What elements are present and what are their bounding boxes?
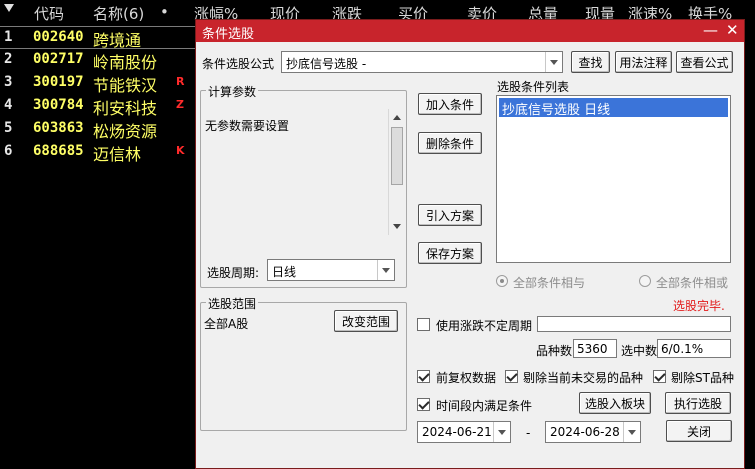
row-code: 300784 (33, 97, 84, 113)
table-row[interactable]: 5 603863 松炀资源 (0, 118, 200, 141)
params-group: 计算参数 无参数需要设置 选股周期: 日线 (200, 83, 407, 288)
use-unsettled-label: 使用涨跌不定周期 (436, 319, 533, 333)
radio-or[interactable] (639, 275, 651, 287)
radio-or-label: 全部条件相或 (656, 276, 729, 290)
stock-count-value: 5360 (573, 339, 617, 358)
row-index: 6 (4, 143, 13, 159)
save-plan-button[interactable]: 保存方案 (418, 242, 482, 264)
col-name[interactable]: 名称(6) (93, 3, 144, 24)
condition-select-dialog: 条件选股 — ✕ 条件选股公式 抄底信号选股 - 查找 用法注释 查看公式 计算… (195, 19, 745, 469)
status-text: 选股完毕. (673, 299, 725, 313)
stock-count-label: 品种数 (536, 344, 573, 358)
scroll-down-icon[interactable] (393, 224, 401, 229)
table-row[interactable]: 3 300197 节能铁汉 R (0, 72, 200, 95)
row-name: 迈信林 (93, 145, 142, 164)
date-from-value: 2024-06-21 (422, 425, 492, 439)
row-name: 节能铁汉 (93, 76, 158, 95)
time-range-checkbox[interactable] (417, 398, 430, 411)
exclude-st-checkbox[interactable] (653, 370, 666, 383)
col-dot: • (160, 3, 169, 21)
row-name: 岭南股份 (93, 53, 158, 72)
row-tag: Z (176, 98, 184, 111)
table-row[interactable]: 4 300784 利安科技 Z (0, 95, 200, 118)
period-value: 日线 (272, 265, 297, 279)
row-code: 603863 (33, 120, 84, 136)
params-scrollbar[interactable] (388, 109, 405, 235)
close-icon[interactable]: ✕ (726, 21, 739, 39)
list-item[interactable]: 抄底信号选股 日线 (499, 98, 728, 118)
period-label: 选股周期: (207, 266, 260, 280)
exclude-st-label: 剔除ST品种 (671, 371, 734, 385)
sort-down-icon[interactable] (4, 4, 14, 12)
exclude-untraded-label: 剔除当前未交易的品种 (523, 371, 644, 385)
table-row[interactable]: 1 002640 跨境通 (0, 26, 200, 50)
conditions-title: 选股条件列表 (497, 80, 570, 94)
change-range-button[interactable]: 改变范围 (334, 310, 398, 332)
range-group: 选股范围 全部A股 改变范围 (200, 295, 407, 431)
scroll-up-icon[interactable] (393, 115, 401, 120)
chevron-down-icon[interactable] (377, 260, 394, 280)
date-from-select[interactable]: 2024-06-21 (417, 421, 511, 443)
params-title: 计算参数 (206, 83, 259, 100)
close-button[interactable]: 关闭 (666, 420, 732, 442)
add-condition-button[interactable]: 加入条件 (418, 93, 482, 115)
stock-list: 1 002640 跨境通 2 002717 岭南股份 3 300197 节能铁汉… (0, 26, 200, 164)
dialog-titlebar[interactable]: 条件选股 — ✕ (196, 20, 744, 42)
range-value: 全部A股 (204, 317, 249, 331)
add-to-board-button[interactable]: 选股入板块 (579, 392, 651, 414)
use-unsettled-checkbox[interactable] (417, 318, 430, 331)
date-separator: - (526, 426, 531, 440)
chevron-down-icon[interactable] (545, 52, 562, 72)
formula-value: 抄底信号选股 - (286, 57, 367, 71)
row-code: 300197 (33, 74, 84, 90)
table-row[interactable]: 6 688685 迈信林 K (0, 141, 200, 164)
formula-label: 条件选股公式 (202, 57, 275, 71)
row-index: 1 (4, 29, 13, 45)
time-range-label: 时间段内满足条件 (436, 399, 533, 413)
row-name: 利安科技 (93, 99, 158, 118)
row-index: 4 (4, 97, 13, 113)
col-code[interactable]: 代码 (34, 3, 64, 24)
view-formula-button[interactable]: 查看公式 (676, 51, 733, 73)
date-to-value: 2024-06-28 (550, 425, 620, 439)
params-text: 无参数需要设置 (205, 119, 290, 133)
row-code: 002717 (33, 51, 84, 67)
front-adjust-label: 前复权数据 (436, 371, 497, 385)
row-name: 跨境通 (93, 31, 142, 50)
row-tag: K (176, 144, 185, 157)
delete-condition-button[interactable]: 删除条件 (418, 132, 482, 154)
import-plan-button[interactable]: 引入方案 (418, 204, 482, 226)
period-select[interactable]: 日线 (267, 259, 395, 281)
row-code: 002640 (33, 29, 84, 45)
front-adjust-checkbox[interactable] (417, 370, 430, 383)
chevron-down-icon[interactable] (493, 422, 510, 442)
row-code: 688685 (33, 143, 84, 159)
chevron-down-icon[interactable] (623, 422, 640, 442)
radio-and-label: 全部条件相与 (513, 276, 586, 290)
date-to-select[interactable]: 2024-06-28 (545, 421, 641, 443)
row-tag: R (176, 75, 185, 88)
row-index: 5 (4, 120, 13, 136)
table-row[interactable]: 2 002717 岭南股份 (0, 49, 200, 72)
radio-and[interactable] (496, 275, 508, 287)
minimize-icon[interactable]: — (703, 21, 718, 39)
formula-select[interactable]: 抄底信号选股 - (281, 51, 563, 73)
unsettled-period-input[interactable] (537, 316, 731, 332)
row-index: 3 (4, 74, 13, 90)
execute-select-button[interactable]: 执行选股 (665, 392, 731, 414)
app-window: 代码 名称(6) • 涨幅% 现价 涨跌 买价 卖价 总量 现量 涨速% 换手%… (0, 0, 755, 469)
row-name: 松炀资源 (93, 122, 158, 141)
selected-count-label: 选中数 (621, 344, 658, 358)
conditions-list[interactable]: 抄底信号选股 日线 (496, 95, 731, 263)
exclude-untraded-checkbox[interactable] (505, 370, 518, 383)
scroll-thumb[interactable] (391, 127, 403, 185)
dialog-title: 条件选股 (202, 27, 255, 42)
selected-count-value: 6/0.1% (657, 339, 731, 358)
row-index: 2 (4, 51, 13, 67)
usage-notes-button[interactable]: 用法注释 (615, 51, 672, 73)
range-title: 选股范围 (206, 295, 259, 312)
find-button[interactable]: 查找 (571, 51, 610, 73)
